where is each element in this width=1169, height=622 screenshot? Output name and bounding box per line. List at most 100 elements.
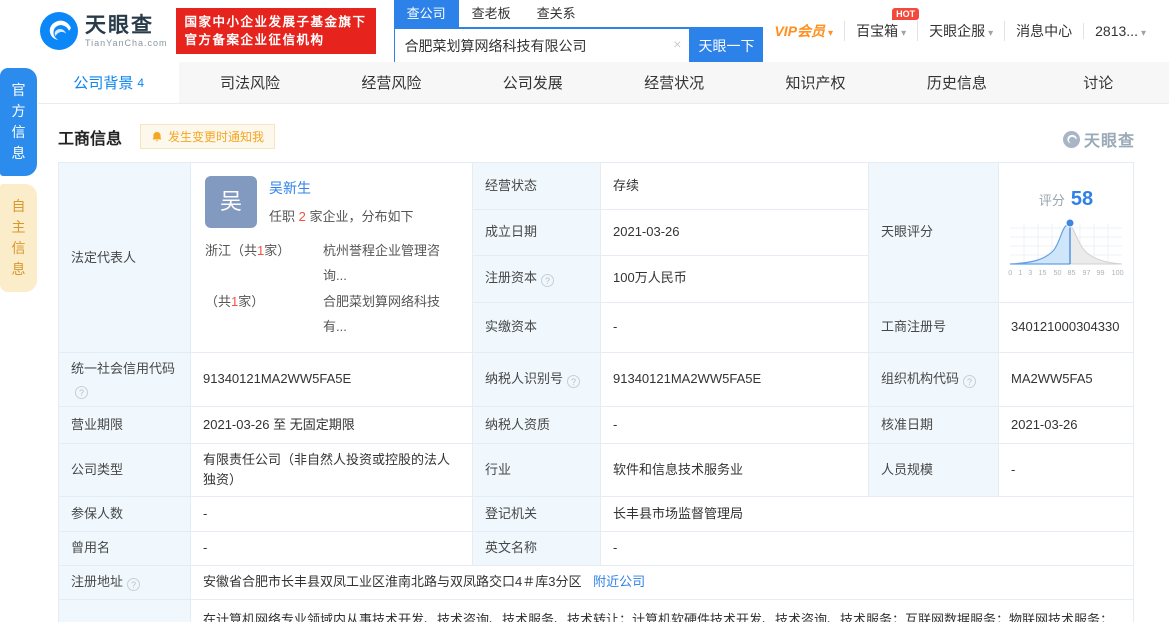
field-label-paid-capital: 实缴资本 bbox=[472, 301, 601, 354]
field-value-english-name: - bbox=[600, 530, 1134, 566]
field-label-industry: 行业 bbox=[472, 442, 601, 497]
field-value-status: 存续 bbox=[600, 162, 869, 210]
field-label-scope: 经营范围? bbox=[58, 598, 191, 622]
section-title: 工商信息 bbox=[58, 130, 123, 148]
field-value-former-name: - bbox=[190, 530, 473, 566]
field-label-credit-code: 统一社会信用代码? bbox=[58, 352, 191, 407]
field-value-taxpayer-id: 91340121MA2WW5FA5E bbox=[600, 352, 869, 407]
tianyancha-logo[interactable]: 天眼查 TianYanCha.com bbox=[40, 12, 168, 50]
page: 天眼查 TianYanCha.com 国家中小企业发展子基金旗下 官方备案企业征… bbox=[0, 0, 1169, 622]
nearby-companies-link[interactable]: 附近公司 bbox=[593, 574, 645, 589]
tab-intellectual-property[interactable]: 知识产权 bbox=[745, 62, 886, 103]
tianyan-score-cell: 评分 58 0 1 3 15 50 85 97 99 100 bbox=[998, 162, 1134, 303]
tab-operating-status[interactable]: 经营状况 bbox=[604, 62, 745, 103]
related-company: 合肥菜划算网络科技有... bbox=[323, 293, 441, 335]
field-value-taxpayer-qual: - bbox=[600, 405, 869, 444]
list-item: （共1家） 合肥菜划算网络科技有... bbox=[205, 289, 458, 340]
related-company: 杭州誉程企业管理咨询... bbox=[323, 243, 441, 284]
help-icon[interactable]: ? bbox=[567, 375, 581, 389]
chevron-down-icon: ▾ bbox=[901, 28, 907, 39]
tab-history-info[interactable]: 历史信息 bbox=[886, 62, 1027, 103]
field-label-staff-size: 人员规模 bbox=[868, 442, 999, 497]
search-tabs: 查公司 查老板 查关系 bbox=[393, 0, 764, 28]
score-value: 58 bbox=[1070, 187, 1094, 210]
field-value-staff-size: - bbox=[998, 442, 1134, 497]
score-axis-ticks: 01 3 15 50 85 97 99 100 bbox=[1008, 268, 1124, 277]
tianyancha-logo-icon bbox=[40, 12, 78, 50]
search-area: 查公司 查老板 查关系 × 天眼一下 bbox=[393, 0, 764, 63]
field-value-industry: 软件和信息技术服务业 bbox=[600, 442, 869, 497]
field-value-insured: - bbox=[190, 495, 473, 532]
field-value-approval-date: 2021-03-26 bbox=[998, 405, 1134, 444]
field-label-reg-authority: 登记机关 bbox=[472, 495, 601, 532]
field-value-paid-capital: - bbox=[600, 301, 869, 354]
field-label-est-date: 成立日期 bbox=[472, 208, 601, 256]
tab-discussion[interactable]: 讨论 bbox=[1028, 62, 1169, 103]
main-content: 公司背景 4 司法风险 经营风险 公司发展 经营状况 知识产权 历史信息 讨论 工… bbox=[38, 62, 1169, 622]
field-label-org-code: 组织机构代码? bbox=[868, 352, 999, 407]
nav-user-account[interactable]: 2813... ▾ bbox=[1083, 23, 1157, 39]
side-tab-official-info[interactable]: 官方信息 bbox=[0, 68, 37, 176]
logo-domain: TianYanCha.com bbox=[85, 37, 168, 48]
bell-icon bbox=[152, 131, 162, 141]
nav-enterprise-services[interactable]: 天眼企服 ▾ bbox=[917, 21, 1004, 41]
score-caption: 评分 bbox=[1038, 192, 1065, 208]
field-label-reg-no: 工商注册号 bbox=[868, 301, 999, 354]
field-label-approval-date: 核准日期 bbox=[868, 405, 999, 444]
hot-badge: HOT bbox=[892, 8, 920, 20]
help-icon[interactable]: ? bbox=[127, 578, 141, 592]
search-tab-boss[interactable]: 查老板 bbox=[459, 0, 524, 27]
top-header: 天眼查 TianYanCha.com 国家中小企业发展子基金旗下 官方备案企业征… bbox=[0, 0, 1169, 63]
nav-message-center[interactable]: 消息中心 bbox=[1004, 21, 1083, 41]
field-label-score: 天眼评分 bbox=[868, 162, 999, 303]
field-label-taxpayer-qual: 纳税人资质 bbox=[472, 405, 601, 444]
score-marker-pin bbox=[1065, 218, 1075, 228]
field-label-english-name: 英文名称 bbox=[472, 530, 601, 566]
help-icon[interactable]: ? bbox=[963, 375, 977, 389]
top-nav: VIP会员 ▾ HOT 百宝箱 ▾ 天眼企服 ▾ 消息中心 2813... ▾ bbox=[763, 8, 1157, 41]
side-tab-self-info[interactable]: 自主信息 bbox=[0, 184, 37, 292]
search-tab-relation[interactable]: 查关系 bbox=[524, 0, 589, 27]
nav-vip-member[interactable]: VIP会员 ▾ bbox=[763, 21, 844, 41]
field-value-reg-authority: 长丰县市场监督管理局 bbox=[600, 495, 1134, 532]
field-label-address: 注册地址? bbox=[58, 564, 191, 600]
field-value-credit-code: 91340121MA2WW5FA5E bbox=[190, 352, 473, 407]
tab-judicial-risk[interactable]: 司法风险 bbox=[179, 62, 320, 103]
field-value-company-type: 有限责任公司（非自然人投资或控股的法人独资） bbox=[190, 442, 473, 497]
legal-rep-name-link[interactable]: 吴新生 bbox=[269, 178, 311, 200]
field-label-insured: 参保人数 bbox=[58, 495, 191, 532]
search-button[interactable]: 天眼一下 bbox=[689, 28, 764, 63]
clear-search-icon[interactable]: × bbox=[673, 37, 681, 51]
field-label-biz-term: 营业期限 bbox=[58, 405, 191, 444]
search-input[interactable] bbox=[393, 28, 690, 63]
legal-rep-cell: 吴 吴新生 任职 2 家企业，分布如下 浙江（共1家） 杭州誉程企业管理咨询..… bbox=[190, 161, 473, 354]
avatar[interactable]: 吴 bbox=[205, 176, 257, 228]
tab-count-badge: 4 bbox=[137, 75, 145, 90]
tab-company-development[interactable]: 公司发展 bbox=[462, 62, 603, 103]
business-info-table: 法定代表人 吴 吴新生 任职 2 家企业，分布如下 浙江（共1家） 杭州誉程企业… bbox=[58, 161, 1134, 622]
legal-rep-roles: 任职 2 家企业，分布如下 bbox=[269, 208, 414, 224]
tab-operating-risk[interactable]: 经营风险 bbox=[321, 62, 462, 103]
help-icon[interactable]: ? bbox=[541, 274, 555, 288]
field-label-legal-rep: 法定代表人 bbox=[58, 161, 191, 354]
help-icon[interactable]: ? bbox=[75, 385, 88, 399]
side-tabs: 官方信息 自主信息 bbox=[0, 68, 37, 292]
gov-badge-line2: 官方备案企业征信机构 bbox=[184, 33, 325, 47]
field-value-scope: 在计算机网络专业领域内从事技术开发、技术咨询、技术服务、技术转让；计算机软硬件技… bbox=[190, 598, 1134, 622]
watermark-text: 天眼查 bbox=[1083, 133, 1135, 150]
field-value-org-code: MA2WW5FA5 bbox=[998, 352, 1134, 407]
notify-change-button[interactable]: 发生变更时通知我 bbox=[140, 124, 276, 149]
tab-company-background[interactable]: 公司背景 4 bbox=[38, 62, 180, 103]
field-label-taxpayer-id: 纳税人识别号? bbox=[472, 352, 601, 407]
list-item: 浙江（共1家） 杭州誉程企业管理咨询... bbox=[205, 238, 458, 289]
field-value-biz-term: 2021-03-26 至 无固定期限 bbox=[190, 405, 473, 444]
field-label-company-type: 公司类型 bbox=[58, 442, 191, 497]
watermark-logo: 天眼查 bbox=[1062, 127, 1135, 151]
field-label-reg-capital: 注册资本? bbox=[472, 254, 601, 303]
nav-treasure-box[interactable]: HOT 百宝箱 ▾ bbox=[844, 8, 920, 41]
gov-badge-line1: 国家中小企业发展子基金旗下 bbox=[184, 14, 367, 29]
chevron-down-icon: ▾ bbox=[1140, 28, 1146, 39]
search-tab-company[interactable]: 查公司 bbox=[393, 0, 459, 27]
field-label-former-name: 曾用名 bbox=[58, 530, 191, 566]
watermark-logo-icon bbox=[1062, 130, 1080, 148]
